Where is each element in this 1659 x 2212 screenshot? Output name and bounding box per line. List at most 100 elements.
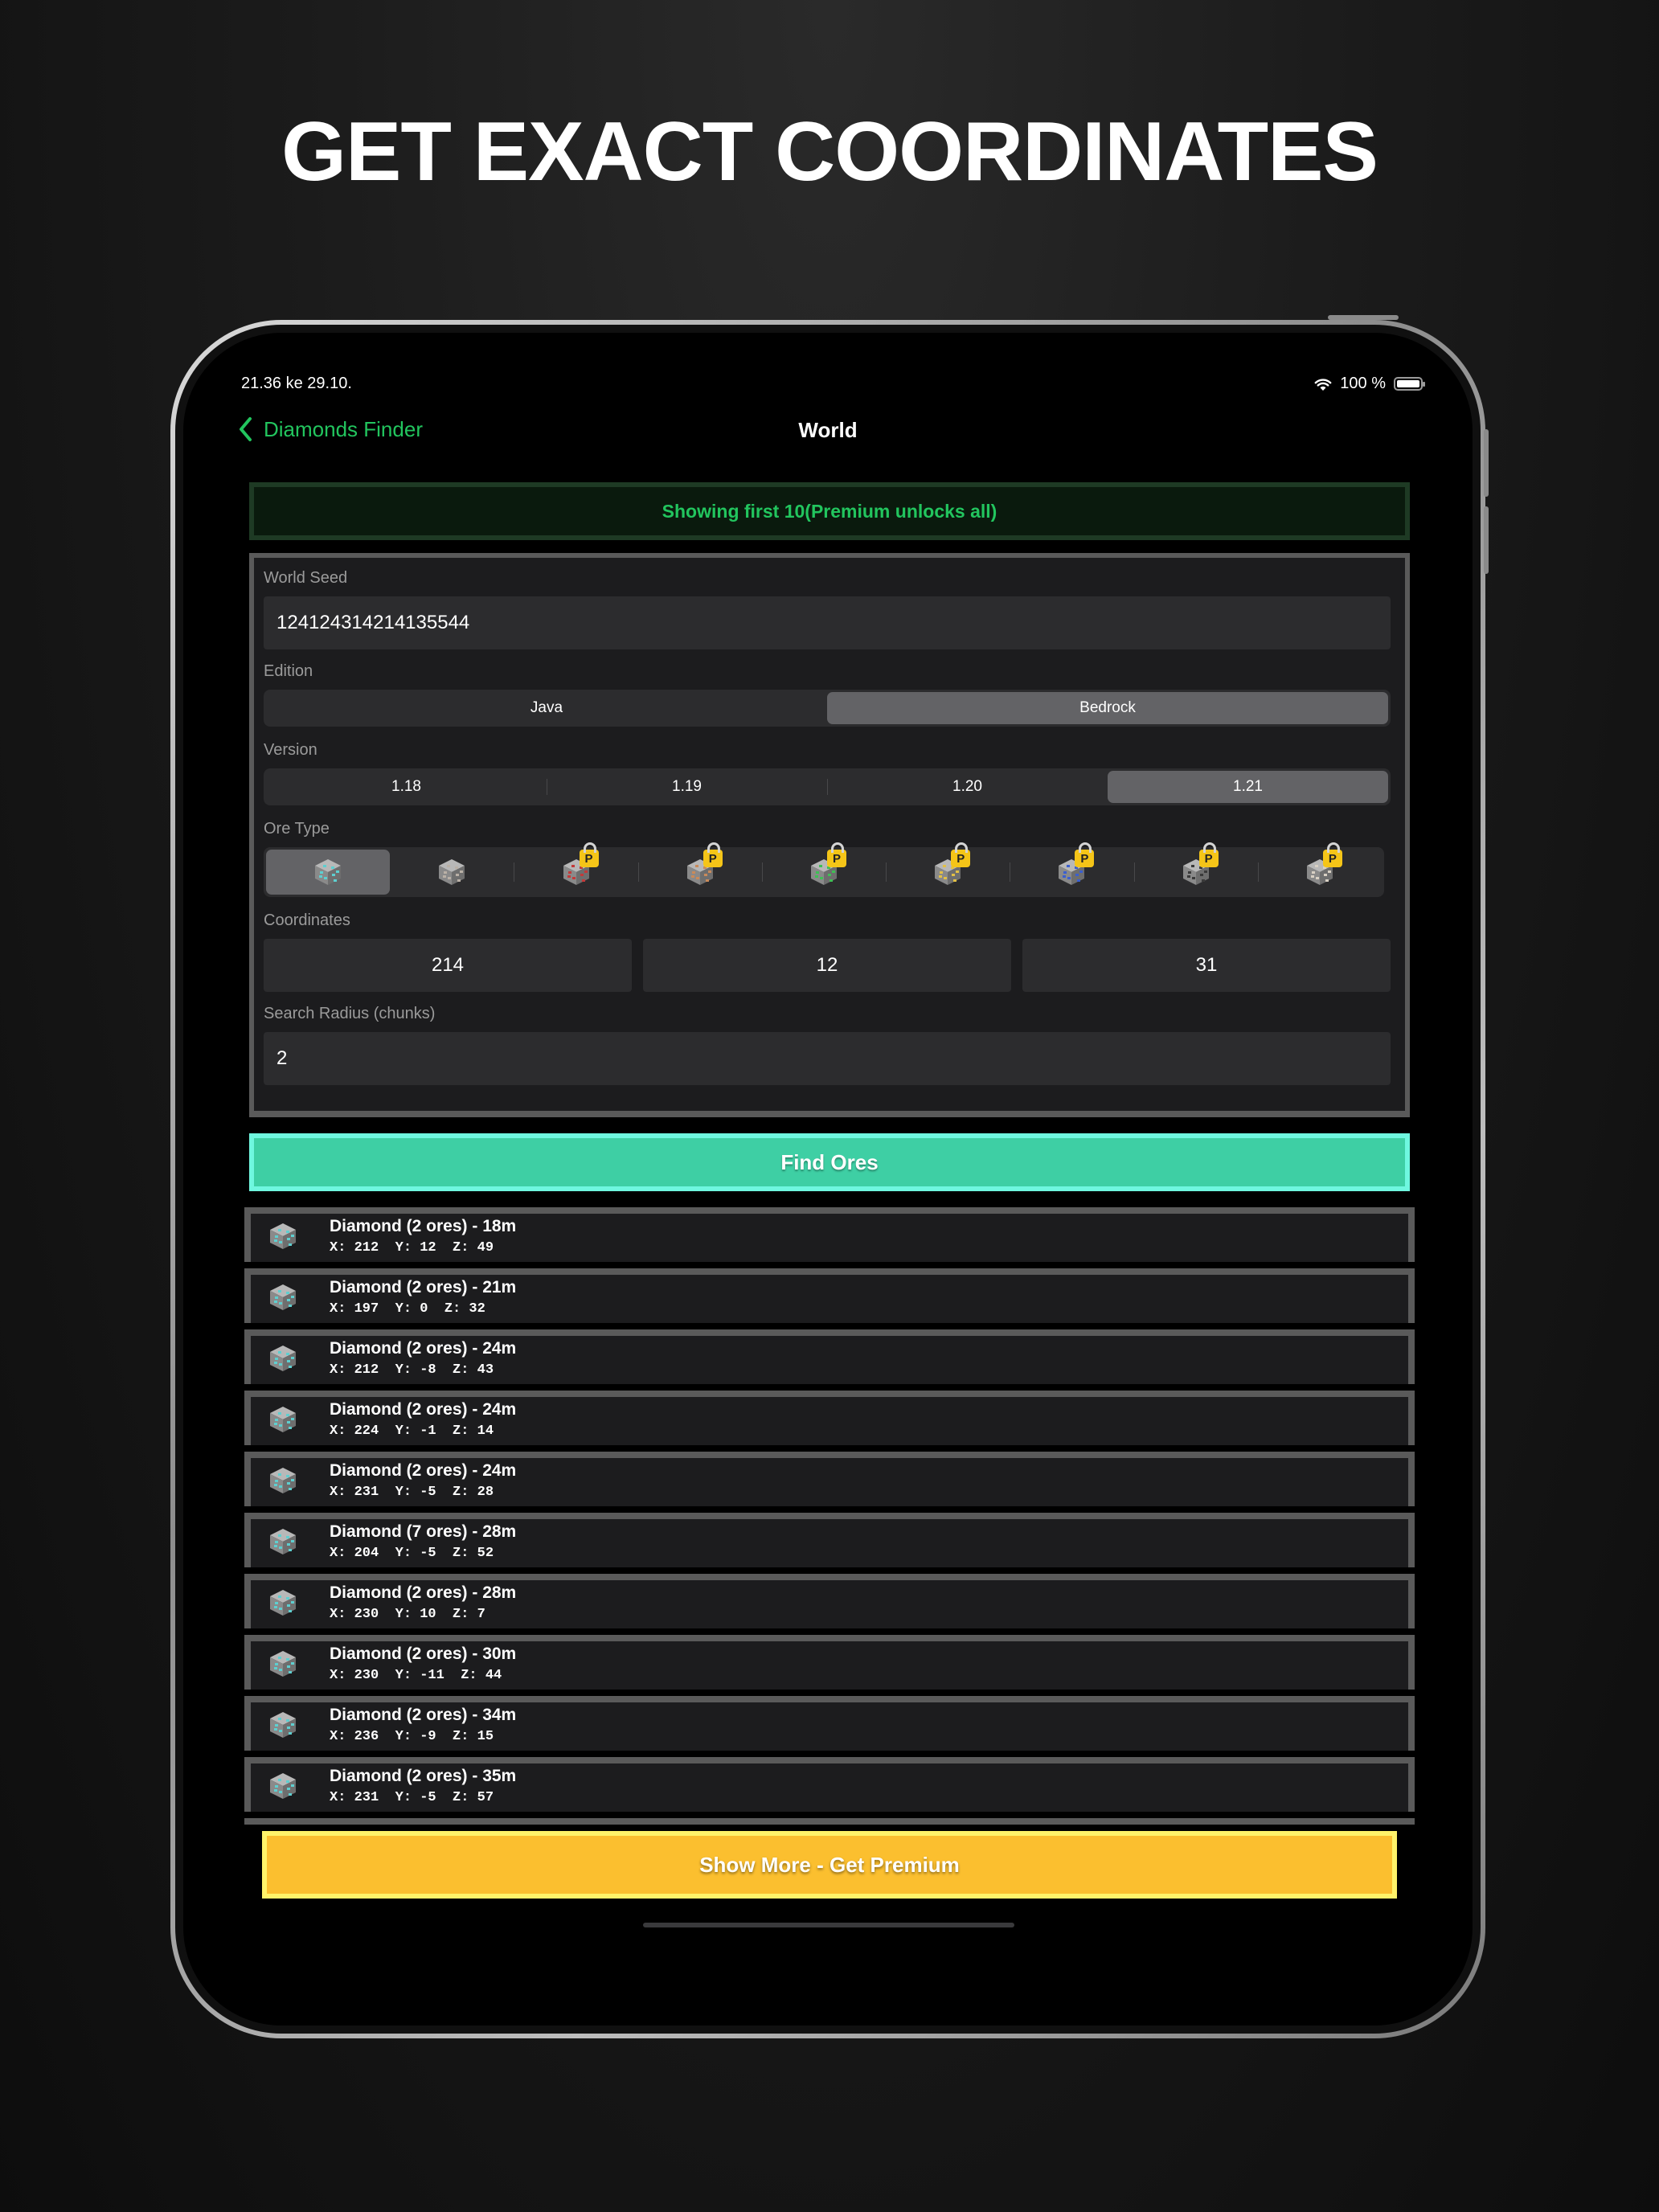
version-option-1-19[interactable]: 1.19: [547, 771, 827, 803]
edition-option-bedrock[interactable]: Bedrock: [827, 692, 1388, 724]
result-ore-icon: [268, 1649, 297, 1678]
version-option-1-20[interactable]: 1.20: [827, 771, 1108, 803]
radius-label: Search Radius (chunks): [264, 1005, 436, 1022]
coordinates-label: Coordinates: [264, 911, 350, 929]
results-list-border: [244, 1818, 1415, 1825]
coordinate-z-input[interactable]: 31: [1022, 939, 1391, 992]
diamond-ore-icon: [270, 1651, 296, 1677]
premium-lock-icon: P: [1198, 842, 1219, 867]
premium-notice-banner: Showing first 10(Premium unlocks all): [249, 482, 1410, 540]
result-coordinates: X: 204 Y: -5 Z: 52: [330, 1546, 494, 1561]
ore-option-quartz-ore[interactable]: P: [1257, 842, 1382, 895]
result-coordinates: X: 212 Y: -8 Z: 43: [330, 1362, 494, 1378]
coordinate-y-input[interactable]: 12: [643, 939, 1011, 992]
result-ore-icon: [268, 1527, 297, 1556]
radius-input[interactable]: 2: [264, 1032, 1391, 1085]
status-bar: 21.36 ke 29.10. 100 %: [241, 375, 1425, 399]
seed-label: World Seed: [264, 569, 348, 587]
version-label: Version: [264, 741, 317, 759]
ore-option-redstone-ore[interactable]: P: [514, 842, 637, 895]
ore-option-emerald-ore[interactable]: P: [761, 842, 886, 895]
diamond-ore-icon: [270, 1346, 296, 1371]
premium-lock-icon: P: [1322, 842, 1342, 867]
result-title: Diamond (2 ores) - 18m: [330, 1217, 517, 1235]
status-indicators: 100 %: [1314, 375, 1425, 393]
headline: GET EXACT COORDINATES: [281, 105, 1378, 199]
battery-icon: [1394, 377, 1425, 391]
diamond-ore-icon: [270, 1284, 296, 1310]
result-row[interactable]: Diamond (2 ores) - 24m X: 212 Y: -8 Z: 43: [244, 1329, 1415, 1384]
seed-input[interactable]: 124124314214135544: [264, 596, 1391, 649]
premium-lock-icon: P: [579, 842, 599, 867]
result-title: Diamond (2 ores) - 30m: [330, 1645, 517, 1663]
home-indicator: [643, 1923, 1014, 1927]
result-title: Diamond (2 ores) - 24m: [330, 1461, 517, 1480]
result-coordinates: X: 212 Y: 12 Z: 49: [330, 1240, 494, 1256]
result-ore-icon: [268, 1283, 297, 1312]
result-row[interactable]: Diamond (2 ores) - 24m X: 231 Y: -5 Z: 28: [244, 1452, 1415, 1506]
result-ore-icon: [268, 1710, 297, 1739]
ore-option-gold-ore[interactable]: P: [886, 842, 1010, 895]
result-ore-icon: [268, 1344, 297, 1373]
result-title: Diamond (2 ores) - 21m: [330, 1278, 517, 1296]
find-ores-button[interactable]: Find Ores: [249, 1133, 1410, 1191]
result-coordinates: X: 197 Y: 0 Z: 32: [330, 1301, 485, 1317]
edition-segmented-control: Java Bedrock: [264, 690, 1391, 727]
version-segmented-control: 1.18 1.19 1.20 1.21: [264, 768, 1391, 805]
version-option-1-18[interactable]: 1.18: [266, 771, 547, 803]
edition-option-java[interactable]: Java: [266, 692, 827, 724]
result-coordinates: X: 224 Y: -1 Z: 14: [330, 1423, 494, 1439]
result-title: Diamond (2 ores) - 24m: [330, 1400, 517, 1419]
edition-label: Edition: [264, 662, 313, 680]
wifi-icon: [1314, 378, 1332, 391]
diamond-ore-icon: [270, 1468, 296, 1493]
tablet-bezel: 21.36 ke 29.10. 100 % Diamonds Finder Wo…: [175, 325, 1481, 2034]
result-row[interactable]: Diamond (2 ores) - 18m X: 212 Y: 12 Z: 49: [244, 1207, 1415, 1262]
premium-lock-icon: P: [826, 842, 846, 867]
premium-lock-icon: P: [703, 842, 723, 867]
ore-option-iron-ore[interactable]: [390, 850, 514, 895]
version-option-1-21[interactable]: 1.21: [1108, 771, 1388, 803]
result-title: Diamond (2 ores) - 28m: [330, 1583, 517, 1602]
ore-option-diamond-ore[interactable]: [266, 850, 391, 895]
coordinates-inputs: 214 12 31: [264, 939, 1391, 992]
result-row[interactable]: Diamond (2 ores) - 35m X: 231 Y: -5 Z: 57: [244, 1757, 1415, 1812]
result-row[interactable]: Diamond (2 ores) - 28m X: 230 Y: 10 Z: 7: [244, 1574, 1415, 1628]
diamond-ore-icon: [270, 1223, 296, 1249]
status-time: 21.36 ke 29.10.: [241, 375, 352, 392]
app-screen: 21.36 ke 29.10. 100 % Diamonds Finder Wo…: [183, 333, 1473, 2026]
result-title: Diamond (2 ores) - 35m: [330, 1767, 517, 1785]
result-ore-icon: [268, 1405, 297, 1434]
ore-option-coal-ore[interactable]: P: [1133, 842, 1258, 895]
diamond-ore-icon: [270, 1529, 296, 1555]
ore-option-copper-ore[interactable]: P: [637, 842, 762, 895]
result-row[interactable]: Diamond (2 ores) - 21m X: 197 Y: 0 Z: 32: [244, 1268, 1415, 1323]
result-coordinates: X: 231 Y: -5 Z: 28: [330, 1485, 494, 1500]
iron-ore-icon: [439, 859, 465, 885]
result-title: Diamond (2 ores) - 34m: [330, 1706, 517, 1724]
result-row[interactable]: Diamond (2 ores) - 24m X: 224 Y: -1 Z: 14: [244, 1391, 1415, 1445]
result-ore-icon: [268, 1222, 297, 1251]
diamond-ore-icon: [270, 1590, 296, 1616]
result-coordinates: X: 231 Y: -5 Z: 57: [330, 1790, 494, 1805]
result-row[interactable]: Diamond (2 ores) - 34m X: 236 Y: -9 Z: 15: [244, 1696, 1415, 1751]
ore-option-lapis-ore[interactable]: P: [1010, 842, 1133, 895]
ore-type-label: Ore Type: [264, 820, 330, 838]
premium-lock-icon: P: [951, 842, 971, 867]
diamond-ore-icon: [270, 1773, 296, 1799]
result-title: Diamond (2 ores) - 24m: [330, 1339, 517, 1358]
tablet-frame: 21.36 ke 29.10. 100 % Diamonds Finder Wo…: [170, 315, 1489, 2038]
result-row[interactable]: Diamond (2 ores) - 30m X: 230 Y: -11 Z: 4…: [244, 1635, 1415, 1690]
result-coordinates: X: 230 Y: -11 Z: 44: [330, 1668, 502, 1683]
result-title: Diamond (7 ores) - 28m: [330, 1522, 517, 1541]
diamond-ore-icon: [315, 859, 342, 885]
result-coordinates: X: 230 Y: 10 Z: 7: [330, 1607, 485, 1622]
get-premium-button[interactable]: Show More - Get Premium: [262, 1831, 1397, 1899]
search-form: World Seed 124124314214135544 Edition Ja…: [249, 553, 1410, 1117]
ore-type-selector: PPPPPPP: [264, 842, 1384, 897]
navigation-bar: Diamonds Finder World: [183, 413, 1473, 453]
coordinate-x-input[interactable]: 214: [264, 939, 632, 992]
battery-percent: 100 %: [1340, 375, 1386, 392]
result-coordinates: X: 236 Y: -9 Z: 15: [330, 1729, 494, 1744]
result-row[interactable]: Diamond (7 ores) - 28m X: 204 Y: -5 Z: 52: [244, 1513, 1415, 1567]
